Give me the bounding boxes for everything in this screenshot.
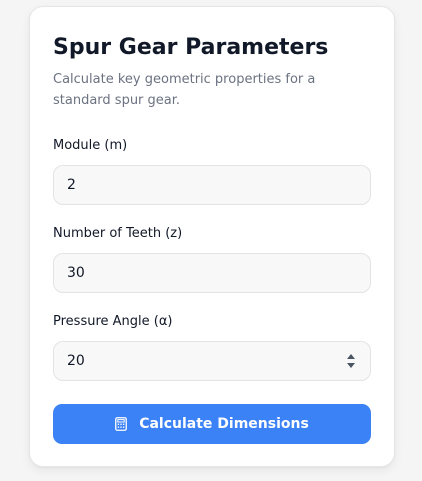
module-input-value: 2 (67, 177, 76, 193)
pressure-angle-label: Pressure Angle (α) (53, 314, 173, 329)
module-label: Module (m) (53, 138, 128, 153)
module-input[interactable]: 2 (53, 165, 371, 205)
select-arrows-icon (347, 354, 355, 368)
pressure-angle-select-value: 20 (67, 353, 85, 369)
card-title: Spur Gear Parameters (53, 35, 329, 60)
card-subtitle: Calculate key geometric properties for a… (53, 72, 316, 108)
calculator-icon (115, 417, 128, 431)
pressure-angle-select[interactable]: 20 (53, 341, 371, 381)
gear-parameters-card: Spur Gear Parameters Calculate key geome… (29, 6, 395, 467)
calculate-dimensions-button[interactable]: Calculate Dimensions (53, 404, 371, 444)
teeth-input[interactable]: 30 (53, 253, 371, 293)
teeth-label: Number of Teeth (z) (53, 226, 183, 241)
calculate-button-label: Calculate Dimensions (139, 416, 309, 432)
teeth-input-value: 30 (67, 265, 85, 281)
